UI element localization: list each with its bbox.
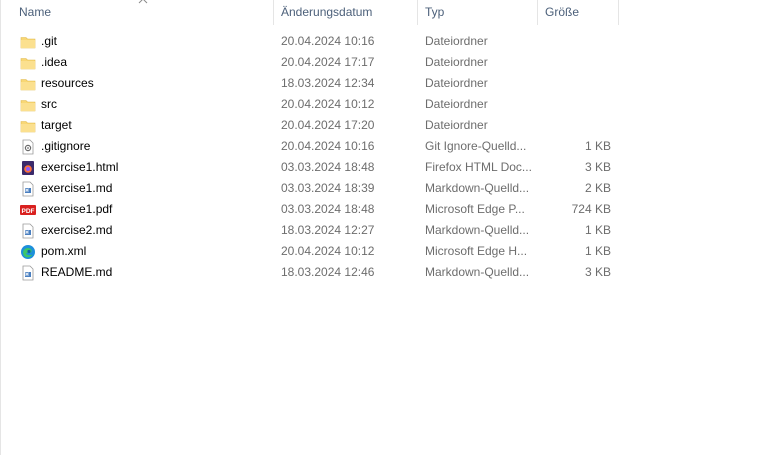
file-date: 03.03.2024 18:39 bbox=[281, 181, 375, 195]
file-size: 2 KB bbox=[584, 181, 611, 195]
file-row[interactable]: exercise2.md 18.03.2024 12:27 Markdown-Que… bbox=[1, 220, 621, 241]
file-name: exercise1.html bbox=[41, 160, 119, 174]
folder-icon bbox=[20, 55, 36, 71]
file-row[interactable]: exercise1.html 03.03.2024 18:48 Firefox HT… bbox=[1, 157, 621, 178]
file-size bbox=[541, 115, 611, 136]
file-type: Microsoft Edge H... bbox=[425, 244, 528, 258]
file-type: Git Ignore-Quelld... bbox=[425, 139, 527, 153]
file-row[interactable]: src 20.04.2024 10:12 Dateiordner bbox=[1, 94, 621, 115]
file-type: Firefox HTML Doc... bbox=[425, 160, 532, 174]
file-type: Microsoft Edge P... bbox=[425, 202, 525, 216]
file-row[interactable]: pom.xml 20.04.2024 10:12 Microsoft Edge H.… bbox=[1, 241, 621, 262]
svg-text:PDF: PDF bbox=[22, 208, 35, 215]
file-size bbox=[541, 73, 611, 94]
file-type: Markdown-Quelld... bbox=[425, 223, 530, 237]
file-row[interactable]: .git 20.04.2024 10:16 Dateiordner bbox=[1, 31, 621, 52]
column-header-date[interactable]: Änderungsdatum bbox=[275, 0, 418, 25]
markdown-file-icon bbox=[20, 223, 36, 239]
file-list-pane: Name Änderungsdatum Typ Größe .git 20.04.… bbox=[0, 0, 758, 455]
folder-icon bbox=[20, 76, 36, 92]
file-type: Markdown-Quelld... bbox=[425, 265, 530, 279]
file-row[interactable]: exercise1.md 03.03.2024 18:39 Markdown-Que… bbox=[1, 178, 621, 199]
file-name: .git bbox=[41, 34, 58, 48]
file-list: .git 20.04.2024 10:16 Dateiordner .idea 20.0… bbox=[1, 31, 621, 283]
file-date: 20.04.2024 10:16 bbox=[281, 34, 375, 48]
file-name: pom.xml bbox=[41, 244, 87, 258]
file-name: .gitignore bbox=[41, 139, 91, 153]
file-name: resources bbox=[41, 76, 94, 90]
file-name: exercise2.md bbox=[41, 223, 113, 237]
file-row[interactable]: target 20.04.2024 17:20 Dateiordner bbox=[1, 115, 621, 136]
file-name: README.md bbox=[41, 265, 113, 279]
file-size: 724 KB bbox=[571, 202, 611, 216]
firefox-html-icon bbox=[20, 160, 36, 176]
folder-icon bbox=[20, 118, 36, 134]
file-date: 18.03.2024 12:34 bbox=[281, 76, 375, 90]
file-type: Markdown-Quelld... bbox=[425, 181, 530, 195]
markdown-file-icon bbox=[20, 265, 36, 281]
file-size bbox=[541, 94, 611, 115]
pdf-icon: PDF bbox=[20, 202, 36, 218]
file-date: 20.04.2024 17:17 bbox=[281, 55, 375, 69]
file-size bbox=[541, 31, 611, 52]
file-date: 18.03.2024 12:27 bbox=[281, 223, 375, 237]
file-date: 03.03.2024 18:48 bbox=[281, 202, 375, 216]
file-type: Dateiordner bbox=[425, 34, 488, 48]
file-row[interactable]: README.md 18.03.2024 12:46 Markdown-Quelld… bbox=[1, 262, 621, 283]
file-size: 1 KB bbox=[584, 223, 611, 237]
file-date: 20.04.2024 10:16 bbox=[281, 139, 375, 153]
file-type: Dateiordner bbox=[425, 97, 488, 111]
markdown-file-icon bbox=[20, 181, 36, 197]
file-type: Dateiordner bbox=[425, 118, 488, 132]
file-date: 18.03.2024 12:46 bbox=[281, 265, 375, 279]
file-name: .idea bbox=[41, 55, 68, 69]
file-name: exercise1.pdf bbox=[41, 202, 113, 216]
column-header-size[interactable]: Größe bbox=[539, 0, 619, 25]
file-row[interactable]: PDF exercise1.pdf 03.03.2024 18:48 Microsof… bbox=[1, 199, 621, 220]
folder-icon bbox=[20, 34, 36, 50]
column-header-bar: Name Änderungsdatum Typ Größe bbox=[1, 0, 619, 25]
file-date: 03.03.2024 18:48 bbox=[281, 160, 375, 174]
gear-file-icon bbox=[20, 139, 36, 155]
file-type: Dateiordner bbox=[425, 55, 488, 69]
file-date: 20.04.2024 10:12 bbox=[281, 97, 375, 111]
file-date: 20.04.2024 10:12 bbox=[281, 244, 375, 258]
file-type: Dateiordner bbox=[425, 76, 488, 90]
file-row[interactable]: .idea 20.04.2024 17:17 Dateiordner bbox=[1, 52, 621, 73]
file-name: src bbox=[41, 97, 57, 111]
file-size: 1 KB bbox=[584, 244, 611, 258]
file-size: 3 KB bbox=[584, 160, 611, 174]
file-size: 1 KB bbox=[584, 139, 611, 153]
file-size: 3 KB bbox=[584, 265, 611, 279]
file-name: target bbox=[41, 118, 72, 132]
folder-icon bbox=[20, 97, 36, 113]
file-size bbox=[541, 52, 611, 73]
file-row[interactable]: resources 18.03.2024 12:34 Dateiordner bbox=[1, 73, 621, 94]
file-date: 20.04.2024 17:20 bbox=[281, 118, 375, 132]
file-name: exercise1.md bbox=[41, 181, 113, 195]
column-header-name[interactable]: Name bbox=[13, 0, 274, 25]
column-header-type[interactable]: Typ bbox=[419, 0, 538, 25]
file-row[interactable]: .gitignore 20.04.2024 10:16 Git Ignore-Que… bbox=[1, 136, 621, 157]
edge-icon bbox=[20, 244, 36, 260]
